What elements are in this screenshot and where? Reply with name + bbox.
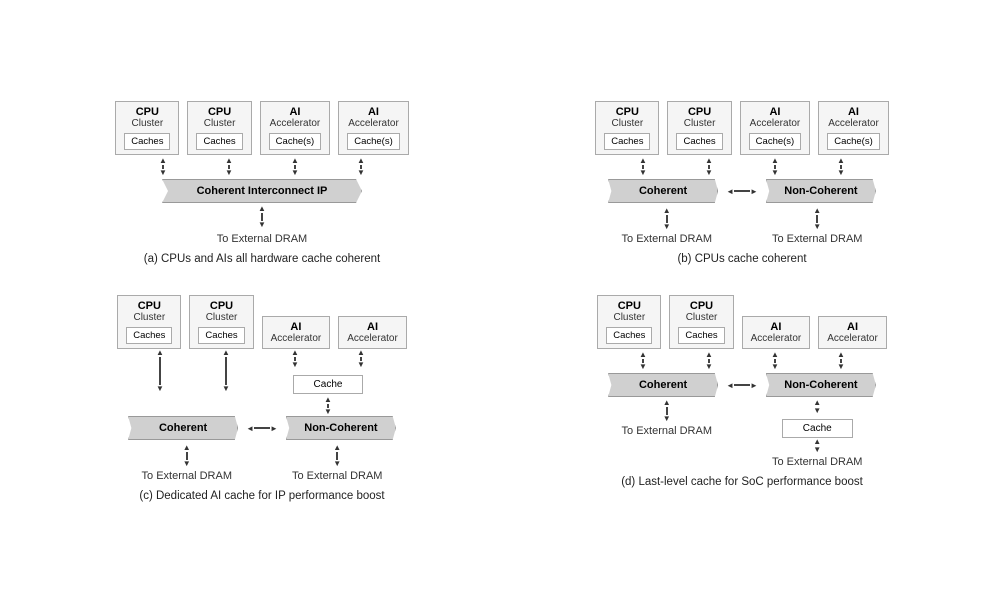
arrow-llc-top-d: ▲ ▼: [807, 399, 827, 415]
horiz-arrow-b: ◄ ►: [726, 187, 758, 196]
banner-noncoherent-c: Non-Coherent: [286, 416, 396, 440]
banner-coherent-b: Coherent: [608, 179, 718, 203]
banner-row-c: Coherent ◄ ► Non-Coherent: [128, 416, 396, 440]
node-cpu2-d: CPU Cluster Caches: [669, 295, 733, 349]
arrow-dram-right-d: ▲ ▼: [807, 438, 827, 454]
nodes-row-b: CPU Cluster Caches CPU Cluster Caches AI…: [595, 101, 889, 155]
dram-right-c: ▲ ▼ To External DRAM: [292, 444, 382, 482]
node-ai1-d: AI Accelerator: [742, 316, 811, 349]
node-ai2-c: AI Accelerator: [338, 316, 407, 349]
arrow-ai1-d: ▲ ▼: [746, 351, 804, 371]
dram-left-b: ▲ ▼ To External DRAM: [622, 207, 712, 245]
dram-label-a: To External DRAM: [217, 233, 307, 245]
node-cpu1-a: CPU Cluster Caches: [115, 101, 179, 155]
arrow-dram-left-b: ▲ ▼: [657, 207, 677, 231]
dram-right-d: ▲ ▼ Cache ▲ ▼ To External DRAM: [772, 399, 862, 468]
diagram-c: CPU Cluster Caches CPU Cluster Caches AI…: [32, 295, 492, 502]
arrow-cpu2-a: ▲ ▼: [200, 157, 258, 177]
banner-row-b: Coherent ◄ ► Non-Coherent: [608, 179, 876, 203]
arrow-dram-left-c: ▲ ▼: [177, 444, 197, 468]
horiz-arrow-c: ◄ ►: [246, 424, 278, 433]
arrow-cpu2-d: ▲ ▼: [680, 351, 738, 371]
horiz-arrow-d: ◄ ►: [726, 381, 758, 390]
node-cpu2-b: CPU Cluster Caches: [667, 101, 731, 155]
caption-c: (c) Dedicated AI cache for IP performanc…: [139, 490, 384, 502]
node-ai1-c: AI Accelerator: [262, 316, 331, 349]
arrow-ai1-top-c: ▲ ▼: [285, 349, 305, 369]
dram-right-b: ▲ ▼ To External DRAM: [772, 207, 862, 245]
node-ai2-a: AI Accelerator Cache(s): [338, 101, 409, 155]
arrow-cpu2-c: ▲ ▼: [216, 349, 236, 393]
arrow-cpu1-b: ▲ ▼: [614, 157, 672, 177]
arrow-dram-right-b: ▲ ▼: [807, 207, 827, 231]
arrow-ai1-b: ▲ ▼: [746, 157, 804, 177]
dram-label-right-c: To External DRAM: [292, 470, 382, 482]
node-ai2-b: AI Accelerator Cache(s): [818, 101, 889, 155]
arrow-cpu1-c: ▲ ▼: [150, 349, 170, 393]
arrow-dram-a: ▲ ▼: [252, 205, 272, 229]
main-container: CPU Cluster Caches CPU Cluster Caches AI…: [22, 81, 982, 522]
diagram-d: CPU Cluster Caches CPU Cluster Caches AI…: [512, 295, 972, 502]
arrow-ai2-a: ▲ ▼: [332, 157, 390, 177]
nodes-row-d: CPU Cluster Caches CPU Cluster Caches AI…: [597, 295, 887, 349]
node-ai1-b: AI Accelerator Cache(s): [740, 101, 811, 155]
dram-label-right-b: To External DRAM: [772, 233, 862, 245]
banner-coherent-d: Coherent: [608, 373, 718, 397]
arrow-cpu2-b: ▲ ▼: [680, 157, 738, 177]
node-ai1-a: AI Accelerator Cache(s): [260, 101, 331, 155]
arrow-ai-cache-c: ▲ ▼: [318, 396, 338, 416]
dram-label-left-b: To External DRAM: [622, 233, 712, 245]
caption-d: (d) Last-level cache for SoC performance…: [621, 476, 863, 488]
dram-label-left-d: To External DRAM: [622, 425, 712, 437]
arrow-ai2-top-c: ▲ ▼: [351, 349, 371, 369]
arrow-cpu1-a: ▲ ▼: [134, 157, 192, 177]
caption-a: (a) CPUs and AIs all hardware cache cohe…: [144, 253, 381, 265]
node-cpu2-a: CPU Cluster Caches: [187, 101, 251, 155]
node-ai2-d: AI Accelerator: [818, 316, 887, 349]
llc-cache-box-d: Cache: [782, 419, 853, 438]
banner-noncoherent-b: Non-Coherent: [766, 179, 876, 203]
banner-row-d: Coherent ◄ ► Non-Coherent: [608, 373, 876, 397]
nodes-row-a: CPU Cluster Caches CPU Cluster Caches AI…: [115, 101, 409, 155]
diagram-a: CPU Cluster Caches CPU Cluster Caches AI…: [32, 101, 492, 265]
node-cpu1-d: CPU Cluster Caches: [597, 295, 661, 349]
caption-b: (b) CPUs cache coherent: [677, 253, 806, 265]
arrow-ai1-a: ▲ ▼: [266, 157, 324, 177]
arrow-dram-left-d: ▲ ▼: [657, 399, 677, 423]
arrow-ai2-b: ▲ ▼: [812, 157, 870, 177]
arrow-dram-right-c: ▲ ▼: [327, 444, 347, 468]
diagram-b: CPU Cluster Caches CPU Cluster Caches AI…: [512, 101, 972, 265]
node-cpu1-b: CPU Cluster Caches: [595, 101, 659, 155]
arrow-cpu1-d: ▲ ▼: [614, 351, 672, 371]
ai-cache-box-c: Cache: [293, 375, 364, 394]
node-cpu1-c: CPU Cluster Caches: [117, 295, 181, 349]
banner-noncoherent-d: Non-Coherent: [766, 373, 876, 397]
arrow-ai2-d: ▲ ▼: [812, 351, 870, 371]
diagrams-grid: CPU Cluster Caches CPU Cluster Caches AI…: [32, 101, 972, 502]
dram-label-left-c: To External DRAM: [142, 470, 232, 482]
banner-a: Coherent Interconnect IP: [162, 179, 362, 203]
banner-coherent-c: Coherent: [128, 416, 238, 440]
dram-label-right-d: To External DRAM: [772, 456, 862, 468]
dram-left-d: ▲ ▼ To External DRAM: [622, 399, 712, 437]
nodes-row-c: CPU Cluster Caches CPU Cluster Caches AI…: [117, 295, 407, 349]
dram-left-c: ▲ ▼ To External DRAM: [142, 444, 232, 482]
node-cpu2-c: CPU Cluster Caches: [189, 295, 253, 349]
